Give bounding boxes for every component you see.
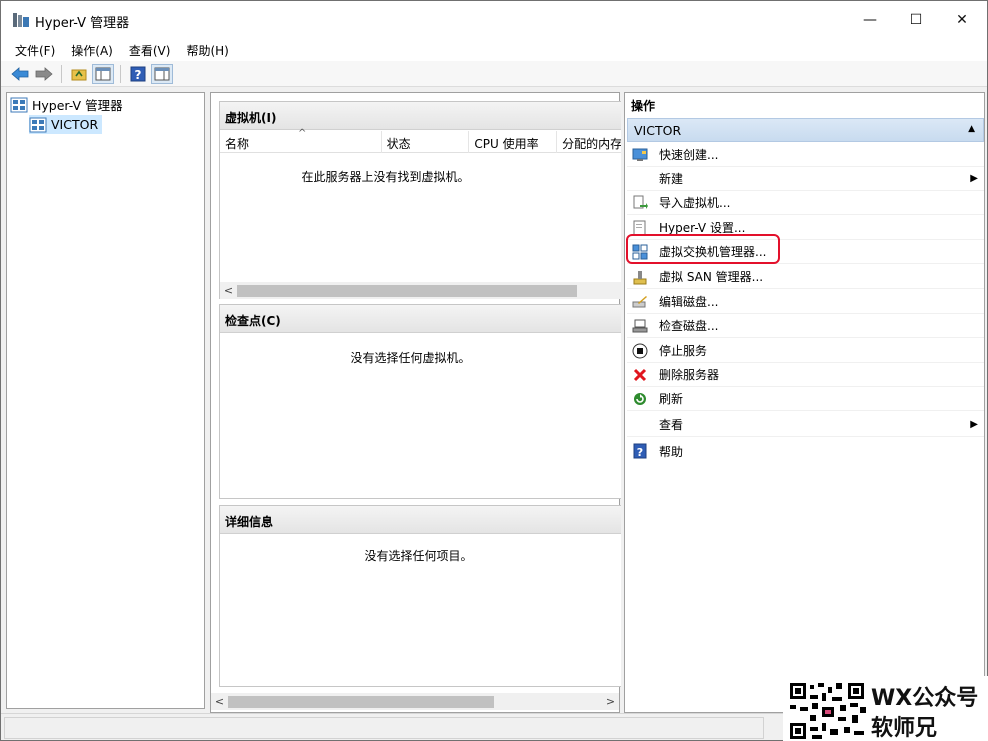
collapse-triangle-icon[interactable]: ▲ xyxy=(968,124,975,134)
details-section: 详细信息 没有选择任何项目。 xyxy=(219,505,621,687)
toolbar: ? xyxy=(1,61,987,87)
action-import-vm[interactable]: 导入虚拟机... xyxy=(627,191,984,215)
up-folder-icon xyxy=(71,69,87,80)
action-stop-service[interactable]: 停止服务 xyxy=(627,339,984,363)
back-arrow-icon xyxy=(11,66,29,81)
qr-code-icon xyxy=(788,681,868,741)
scroll-left-arrow-icon[interactable]: < xyxy=(220,282,237,299)
actions-group-victor[interactable]: VICTOR ▲ xyxy=(627,118,984,142)
center-pane: 虚拟机(I) 名称 ^ 状态 CPU 使用率 分配的内存 在此服务器上没有找到虚… xyxy=(210,92,622,713)
submenu-arrow-icon: ▶ xyxy=(970,419,978,430)
show-hide-action-pane-icon xyxy=(154,67,170,80)
hyperv-app-icon xyxy=(13,13,29,27)
scroll-left-arrow-icon[interactable]: < xyxy=(211,693,228,710)
action-virtual-san-manager[interactable]: 虚拟 SAN 管理器... xyxy=(627,265,984,289)
vm-section: 虚拟机(I) 名称 ^ 状态 CPU 使用率 分配的内存 在此服务器上没有找到虚… xyxy=(219,101,622,299)
show-hide-action-pane-button[interactable] xyxy=(151,63,173,84)
hyperv-manager-window: Hyper-V 管理器 — ☐ ✕ 文件(F) 操作(A) 查看(V) 帮助(H… xyxy=(0,0,988,741)
vm-column-header: 名称 ^ 状态 CPU 使用率 分配的内存 xyxy=(220,128,621,153)
menu-bar: 文件(F) 操作(A) 查看(V) 帮助(H) xyxy=(1,39,987,61)
status-cell xyxy=(4,717,764,739)
forward-button[interactable] xyxy=(33,64,55,84)
action-inspect-disk[interactable]: 检查磁盘... xyxy=(627,314,984,338)
highlight-annotation xyxy=(626,234,780,264)
center-horizontal-scrollbar[interactable]: < > xyxy=(211,693,619,710)
tree-child-label: VICTOR xyxy=(51,117,99,132)
svg-text:?: ? xyxy=(135,68,142,82)
show-hide-tree-button[interactable] xyxy=(92,63,114,84)
inspect-disk-icon xyxy=(631,318,649,334)
refresh-icon xyxy=(631,391,649,407)
column-cpu-usage[interactable]: CPU 使用率 xyxy=(469,131,558,153)
action-view[interactable]: 查看 ▶ xyxy=(627,413,984,437)
actions-pane-title: 操作 xyxy=(625,93,984,115)
action-quick-create[interactable]: 快速创建... xyxy=(627,143,984,167)
watermark-line-2: 软师兄 xyxy=(871,716,938,741)
title-bar: Hyper-V 管理器 — ☐ ✕ xyxy=(1,1,987,39)
import-vm-icon xyxy=(631,195,649,211)
up-one-level-button[interactable] xyxy=(68,64,90,84)
details-empty-message: 没有选择任何项目。 xyxy=(364,549,473,563)
server-icon xyxy=(29,117,47,132)
show-hide-tree-icon xyxy=(95,67,111,80)
toolbar-separator xyxy=(61,64,62,83)
vm-empty-message: 在此服务器上没有找到虚拟机。 xyxy=(301,170,470,184)
tree-item-hyperv-manager[interactable]: Hyper-V 管理器 xyxy=(10,95,123,114)
column-name[interactable]: 名称 ^ xyxy=(220,128,382,153)
navigation-tree: Hyper-V 管理器 VICTOR xyxy=(6,92,205,709)
delete-x-icon xyxy=(631,367,649,383)
close-button[interactable]: ✕ xyxy=(939,1,985,39)
menu-help[interactable]: 帮助(H) xyxy=(178,39,236,61)
stop-service-icon xyxy=(631,343,649,359)
minimize-button[interactable]: — xyxy=(847,1,893,39)
hyperv-manager-icon xyxy=(10,97,28,112)
actions-pane: 操作 VICTOR ▲ 快速创建... 新建 ▶ 导入虚拟机... Hyper-… xyxy=(624,92,985,713)
back-button[interactable] xyxy=(9,64,31,84)
actions-group-label: VICTOR xyxy=(634,123,682,138)
checkpoint-section: 检查点(C) 没有选择任何虚拟机。 xyxy=(219,304,621,499)
sort-ascending-icon: ^ xyxy=(298,128,307,139)
scrollbar-thumb[interactable] xyxy=(237,284,577,297)
action-refresh[interactable]: 刷新 xyxy=(627,387,984,411)
tree-root-label: Hyper-V 管理器 xyxy=(32,98,123,113)
action-delete-server[interactable]: 删除服务器 xyxy=(627,363,984,387)
column-state[interactable]: 状态 xyxy=(382,131,470,153)
scrollbar-thumb[interactable] xyxy=(228,695,494,708)
details-section-title: 详细信息 xyxy=(220,506,621,534)
help-toolbar-button[interactable]: ? xyxy=(127,64,149,84)
forward-arrow-icon xyxy=(35,66,53,81)
column-assigned-memory[interactable]: 分配的内存 xyxy=(557,131,621,153)
toolbar-separator xyxy=(120,64,121,83)
vm-horizontal-scrollbar[interactable]: < xyxy=(220,282,622,299)
checkpoint-section-title: 检查点(C) xyxy=(220,305,621,333)
san-icon xyxy=(631,269,649,285)
checkpoint-empty-message: 没有选择任何虚拟机。 xyxy=(350,351,471,365)
svg-text:?: ? xyxy=(637,446,643,459)
window-title: Hyper-V 管理器 xyxy=(35,16,130,31)
vm-section-title: 虚拟机(I) xyxy=(220,102,621,130)
edit-disk-icon xyxy=(631,294,649,310)
action-help[interactable]: ? 帮助 xyxy=(627,439,984,463)
maximize-button[interactable]: ☐ xyxy=(893,1,939,39)
watermark: WX公众号 软师兄 xyxy=(783,676,988,741)
action-new[interactable]: 新建 ▶ xyxy=(627,167,984,191)
quick-create-icon xyxy=(631,147,649,163)
menu-action[interactable]: 操作(A) xyxy=(63,39,121,61)
action-edit-disk[interactable]: 编辑磁盘... xyxy=(627,290,984,314)
scroll-right-arrow-icon[interactable]: > xyxy=(602,693,619,710)
help-icon: ? xyxy=(631,443,649,459)
menu-view[interactable]: 查看(V) xyxy=(121,39,179,61)
help-icon: ? xyxy=(130,66,146,82)
menu-file[interactable]: 文件(F) xyxy=(7,39,63,61)
watermark-line-1: WX公众号 xyxy=(871,686,979,711)
submenu-arrow-icon: ▶ xyxy=(970,173,978,184)
tree-item-victor[interactable]: VICTOR xyxy=(29,115,103,134)
